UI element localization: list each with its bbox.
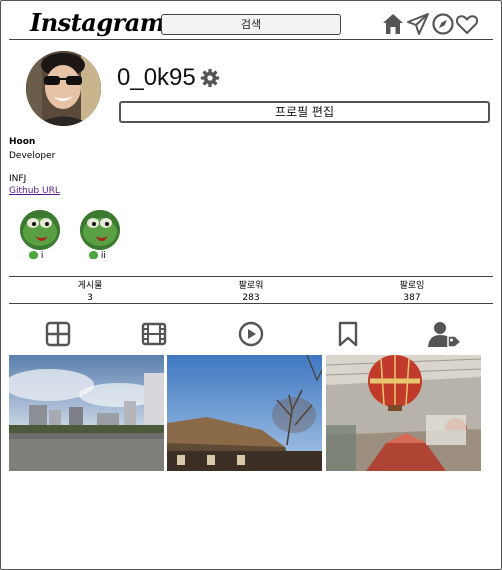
frog-icon <box>80 210 120 250</box>
highlight-cover <box>20 210 60 250</box>
following-stat[interactable]: 팔로잉 387 <box>382 280 442 304</box>
grid-icon[interactable] <box>45 321 71 347</box>
frog-icon <box>20 210 60 250</box>
following-label: 팔로잉 <box>399 281 425 291</box>
post-image-carousel-balloon <box>326 355 481 471</box>
post-image-hanok-roof <box>167 355 322 471</box>
profile-username: 0_0k95 <box>117 64 196 91</box>
bio-name: Hoon <box>9 137 36 147</box>
followers-stat[interactable]: 팔로워 283 <box>221 280 281 304</box>
instagram-logo[interactable]: Instagram <box>30 8 165 37</box>
gear-icon[interactable] <box>200 68 220 88</box>
edit-profile-button[interactable]: 프로필 편집 <box>119 101 490 123</box>
bio-job: Developer <box>9 151 56 161</box>
post-thumbnail[interactable] <box>9 355 164 471</box>
profile-avatar[interactable] <box>26 51 101 126</box>
avatar-photo <box>26 51 101 126</box>
post-thumbnail[interactable] <box>326 355 481 471</box>
story-highlight[interactable]: i <box>19 210 61 261</box>
bio-mbti: INFJ <box>9 174 27 184</box>
story-highlight[interactable]: ii <box>79 210 121 261</box>
send-icon[interactable] <box>406 12 430 36</box>
post-image-city-river <box>9 355 164 471</box>
github-link[interactable]: Github URL <box>9 186 60 196</box>
frog-emoji-icon <box>89 251 98 259</box>
heart-icon[interactable] <box>455 12 479 36</box>
home-icon[interactable] <box>381 12 405 36</box>
header-divider <box>9 39 493 40</box>
tagged-icon[interactable] <box>428 321 462 347</box>
saved-icon[interactable] <box>335 321 361 347</box>
post-thumbnail[interactable] <box>167 355 322 471</box>
highlight-cover <box>80 210 120 250</box>
stats-top-divider <box>9 276 493 277</box>
posts-stat[interactable]: 게시물 3 <box>60 280 120 304</box>
highlight-label: i <box>19 251 61 261</box>
followers-label: 팔로워 <box>238 281 264 291</box>
reels-icon[interactable] <box>141 321 167 347</box>
explore-icon[interactable] <box>431 12 455 36</box>
search-input[interactable]: 검색 <box>161 14 341 35</box>
frog-emoji-icon <box>29 251 38 259</box>
highlight-label: ii <box>79 251 121 261</box>
posts-label: 게시물 <box>77 281 103 291</box>
stats-bottom-divider <box>9 303 493 304</box>
video-icon[interactable] <box>238 321 264 347</box>
